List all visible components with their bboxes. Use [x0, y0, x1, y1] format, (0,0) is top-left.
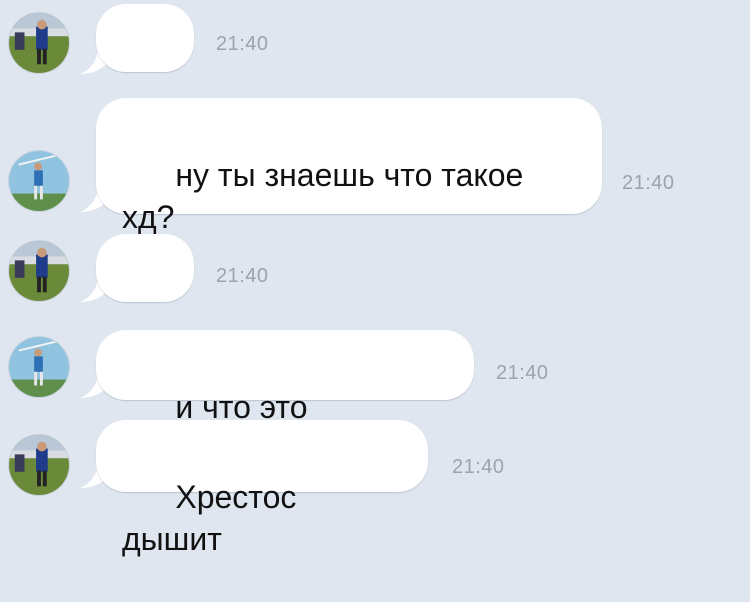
- message-time: 21:40: [216, 265, 269, 287]
- message-bubble: ну ты знаешь что такое хд?: [96, 98, 602, 235]
- javelin-athlete-avatar-icon[interactable]: [8, 336, 70, 398]
- football-player-avatar-icon[interactable]: [8, 12, 70, 74]
- message-bubble: и что это означет?: [96, 330, 474, 467]
- javelin-athlete-avatar-icon[interactable]: [8, 150, 70, 212]
- message-time: 21:40: [622, 172, 675, 194]
- message-time: 21:40: [216, 33, 269, 55]
- message-bubble: Хд: [96, 4, 194, 141]
- football-player-avatar-icon[interactable]: [8, 434, 70, 496]
- message-bubble: Хрестос дышит: [96, 420, 428, 557]
- message-bubble: Хд: [96, 234, 194, 371]
- chat-thread: Хд 21:40 ну ты знаешь что такое хд? 21:4…: [0, 0, 750, 557]
- message-time: 21:40: [496, 362, 549, 384]
- message-text: Хрестос дышит: [122, 479, 306, 557]
- message-text: ну ты знаешь что такое хд?: [122, 157, 524, 235]
- football-player-avatar-icon[interactable]: [8, 240, 70, 302]
- message-time: 21:40: [452, 456, 505, 478]
